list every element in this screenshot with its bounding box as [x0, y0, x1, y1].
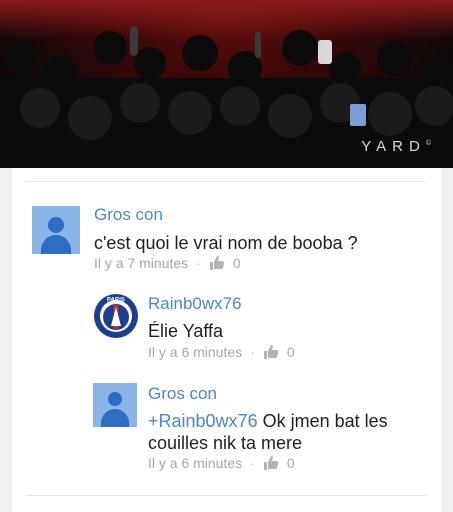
comment-time[interactable]: Il y a 6 minutes	[148, 455, 242, 471]
comment-author[interactable]: Gros con	[94, 205, 163, 225]
comment-text: c'est quoi le vrai nom de booba ?	[94, 233, 358, 253]
brand-label: YARD	[361, 138, 426, 155]
comment-text-line2: couilles nik ta mere	[148, 433, 303, 453]
separator-dot: ·	[250, 455, 255, 471]
comment-text-line1: Ok jmen bat les	[257, 411, 388, 431]
like-count: 0	[286, 455, 295, 471]
like-count: 0	[232, 255, 241, 271]
psg-crest-icon: PARIS	[94, 294, 138, 338]
video-watermark: YARD©	[361, 138, 431, 155]
psg-crest-label: PARIS	[107, 298, 125, 304]
comment-meta: Il y a 7 minutes · 0	[94, 255, 241, 271]
comment-meta: Il y a 6 minutes · 0	[148, 455, 295, 471]
separator-dot: ·	[196, 255, 201, 271]
brand-mark: ©	[425, 140, 431, 147]
comment-meta: Il y a 6 minutes · 0	[148, 344, 295, 360]
divider	[26, 181, 426, 182]
thumbs-up-icon[interactable]	[263, 456, 279, 470]
video-player[interactable]: YARD©	[0, 0, 453, 168]
comment-author[interactable]: Gros con	[148, 384, 217, 404]
divider	[26, 495, 426, 496]
avatar-default-user-icon[interactable]	[93, 383, 137, 427]
separator-dot: ·	[250, 344, 255, 360]
comment-text: +Rainb0wx76 Ok jmen bat les couilles nik…	[148, 410, 428, 454]
comment-time[interactable]: Il y a 7 minutes	[94, 255, 188, 271]
mention-link[interactable]: +Rainb0wx76	[148, 411, 258, 431]
like-count: 0	[286, 344, 295, 360]
thumbs-up-icon[interactable]	[209, 256, 225, 270]
comment-time[interactable]: Il y a 6 minutes	[148, 344, 242, 360]
comment-text: Élie Yaffa	[148, 321, 224, 341]
avatar-psg-crest[interactable]: PARIS	[93, 293, 139, 339]
comments-section: Gros con c'est quoi le vrai nom de booba…	[12, 168, 441, 512]
avatar-default-user-icon[interactable]	[32, 206, 80, 254]
comment-author[interactable]: Rainb0wx76	[148, 294, 242, 314]
thumbs-up-icon[interactable]	[263, 345, 279, 359]
